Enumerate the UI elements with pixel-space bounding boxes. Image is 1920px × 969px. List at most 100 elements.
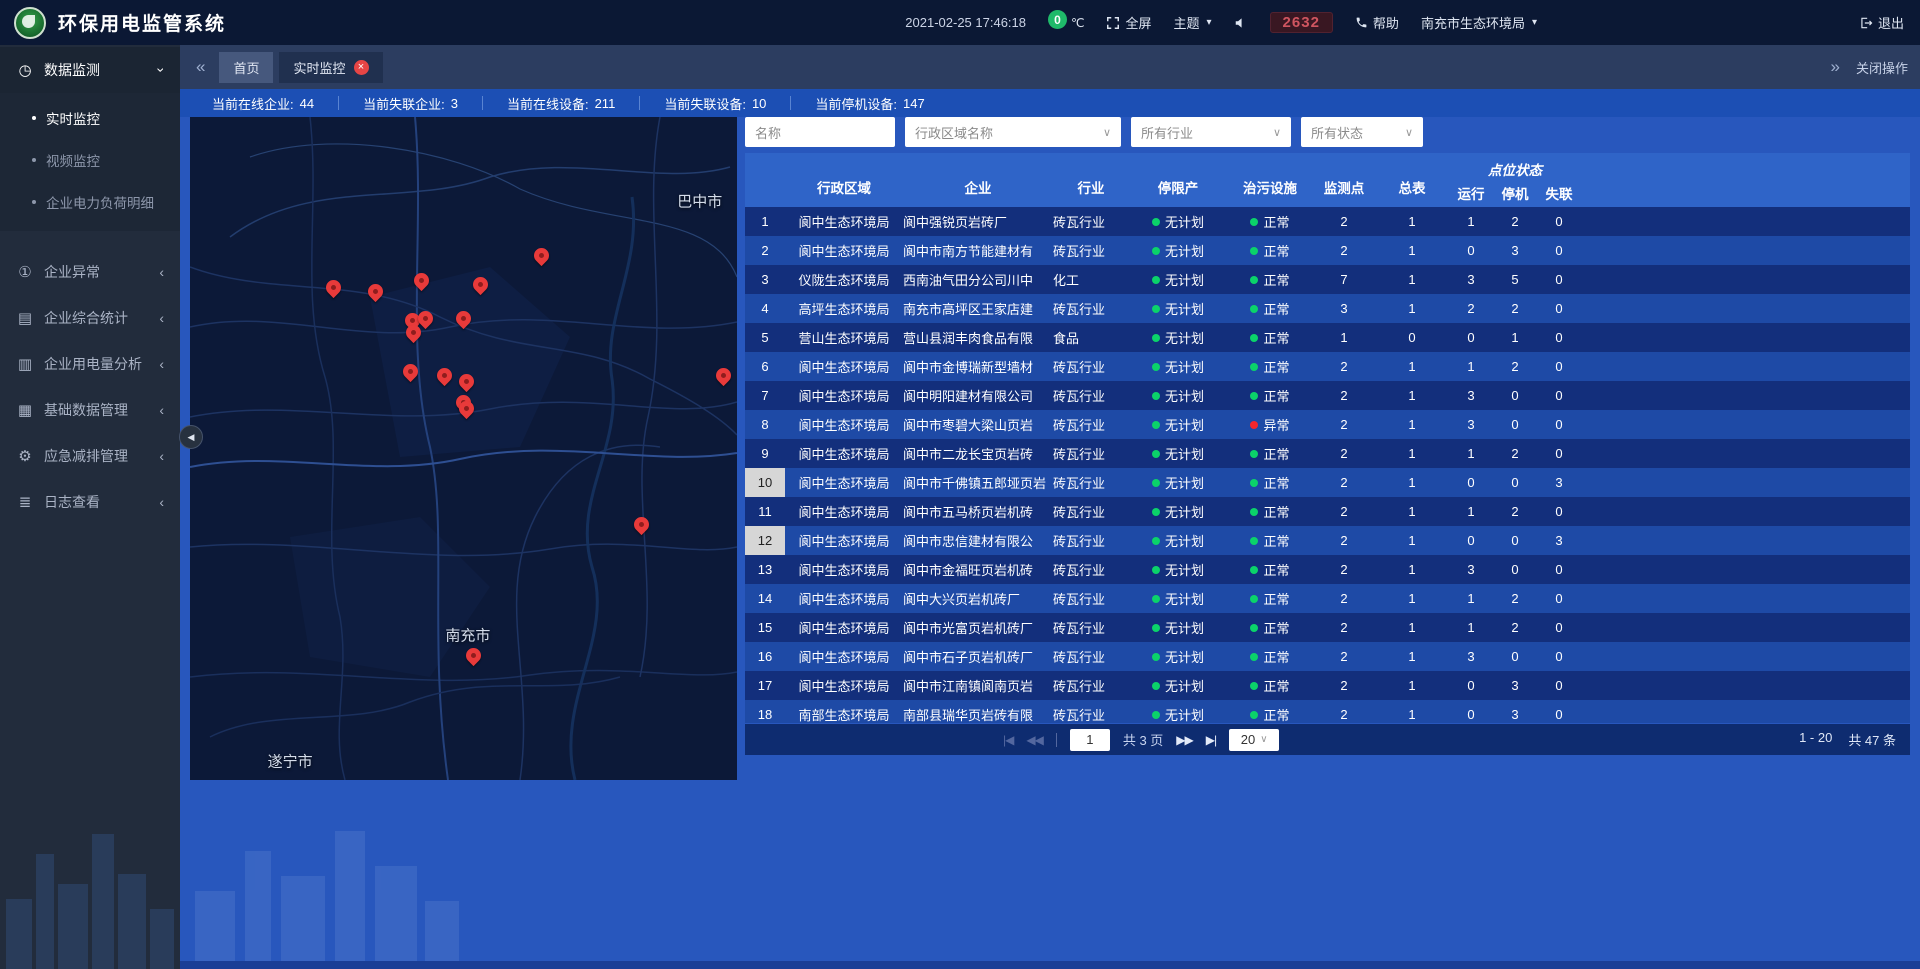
cell-limit-production: 无计划 [1129,323,1227,352]
first-page-button[interactable]: |◀ [1003,733,1013,747]
tab-home[interactable]: 首页 [219,52,273,83]
sidebar-item-realtime-monitor[interactable]: 实时监控 [0,97,180,139]
table-row[interactable]: 6阆中生态环境局阆中市金博瑞新型墙材砖瓦行业无计划正常21120 [745,352,1910,381]
cell-company: 西南油气田分公司川中 [903,265,1053,294]
fullscreen-button[interactable]: 全屏 [1106,13,1151,32]
table-row[interactable]: 8阆中生态环境局阆中市枣碧大梁山页岩砖瓦行业无计划异常21300 [745,410,1910,439]
cell-spacer [1581,526,1910,555]
temperature-badge: 0 [1048,10,1067,29]
tab-realtime-monitor[interactable]: 实时监控× [279,52,382,83]
sidebar-group-enterprise-abnormal[interactable]: ①企业异常‹ [0,249,180,295]
cell-lost: 3 [1537,526,1581,555]
cell-limit-production: 无计划 [1129,439,1227,468]
sidebar-group-base-data-management[interactable]: ▦基础数据管理‹ [0,387,180,433]
map-panel[interactable]: 巴中市南充市遂宁市 [190,117,737,780]
table-row[interactable]: 15阆中生态环境局阆中市光富页岩机砖厂砖瓦行业无计划正常21120 [745,613,1910,642]
cell-spacer [1581,236,1910,265]
sidebar-group-data-monitoring[interactable]: ◷数据监测› [0,47,180,93]
cell-region: 阆中生态环境局 [785,381,903,410]
industry-filter-select[interactable]: 所有行业∨ [1131,117,1291,147]
table-row[interactable]: 3仪陇生态环境局西南油气田分公司川中化工无计划正常71350 [745,265,1910,294]
cell-lost: 0 [1537,381,1581,410]
cell-total-meter: 1 [1375,294,1449,323]
table-row[interactable]: 1阆中生态环境局阆中强锐页岩砖厂砖瓦行业无计划正常21120 [745,207,1910,236]
tab-close-icon[interactable]: × [354,60,369,75]
cell-monitor-points: 2 [1313,526,1375,555]
sidebar-group-enterprise-statistics[interactable]: ▤企业综合统计‹ [0,295,180,341]
close-operations-button[interactable]: 关闭操作 [1856,58,1908,77]
table-row[interactable]: 7阆中生态环境局阆中明阳建材有限公司砖瓦行业无计划正常21300 [745,381,1910,410]
sidebar-item-video-monitor[interactable]: 视频监控 [0,139,180,181]
cell-industry: 砖瓦行业 [1053,613,1129,642]
sidebar: ◷数据监测›实时监控视频监控企业电力负荷明细 ①企业异常‹▤企业综合统计‹▥企业用… [0,45,180,969]
cell-industry: 砖瓦行业 [1053,468,1129,497]
cell-index: 10 [745,468,785,497]
cell-limit-production: 无计划 [1129,700,1227,723]
name-filter-input[interactable]: 名称 [745,117,895,147]
cell-running: 0 [1449,236,1493,265]
cell-company: 阆中市金博瑞新型墙材 [903,352,1053,381]
cell-limit-production: 无计划 [1129,294,1227,323]
cell-lost: 0 [1537,584,1581,613]
cell-lost: 0 [1537,265,1581,294]
emergency-reduction-icon: ⚙ [16,447,34,465]
cell-industry: 砖瓦行业 [1053,410,1129,439]
table-row[interactable]: 12阆中生态环境局阆中市忠信建材有限公砖瓦行业无计划正常21003 [745,526,1910,555]
header-stopped: 停机 [1493,183,1537,203]
cell-spacer [1581,555,1910,584]
table-row[interactable]: 17阆中生态环境局阆中市江南镇阆南页岩砖瓦行业无计划正常21030 [745,671,1910,700]
table-row[interactable]: 9阆中生态环境局阆中市二龙长宝页岩砖砖瓦行业无计划正常21120 [745,439,1910,468]
table-row[interactable]: 4高坪生态环境局南充市高坪区王家店建砖瓦行业无计划正常31220 [745,294,1910,323]
collapse-map-button[interactable]: ◀ [179,425,203,449]
chevron-down-icon: ∨ [1273,126,1281,139]
help-button[interactable]: 帮助 [1355,13,1399,32]
logout-button[interactable]: 退出 [1859,13,1904,32]
table-row[interactable]: 13阆中生态环境局阆中市金福旺页岩机砖砖瓦行业无计划正常21300 [745,555,1910,584]
cell-region: 阆中生态环境局 [785,236,903,265]
topbar: 环保用电监管系统 2021-02-25 17:46:18 0 ℃ 全屏 主题 ▾… [0,0,1920,45]
cell-index: 9 [745,439,785,468]
status-dot-icon [1250,305,1258,313]
sidebar-group-emergency-reduction[interactable]: ⚙应急减排管理‹ [0,433,180,479]
alert-count-badge[interactable]: 2632 [1270,12,1333,33]
table-row[interactable]: 10阆中生态环境局阆中市千佛镇五郎垭页岩砖瓦行业无计划正常21003 [745,468,1910,497]
table-row[interactable]: 18南部生态环境局南部县瑞华页岩砖有限砖瓦行业无计划正常21030 [745,700,1910,723]
tabbar: « 首页实时监控× » 关闭操作 [180,45,1920,89]
table-row[interactable]: 14阆中生态环境局阆中大兴页岩机砖厂砖瓦行业无计划正常21120 [745,584,1910,613]
cell-stopped: 0 [1493,381,1537,410]
table-row[interactable]: 2阆中生态环境局阆中市南方节能建材有砖瓦行业无计划正常21030 [745,236,1910,265]
table-row[interactable]: 5营山生态环境局营山县润丰肉食品有限食品无计划正常10010 [745,323,1910,352]
header-point-status: 点位状态 [1449,153,1581,180]
cell-stopped: 1 [1493,323,1537,352]
page-size-select[interactable]: 20∨ [1229,729,1279,751]
next-page-button[interactable]: ▶▶ [1176,733,1192,747]
cell-region: 阆中生态环境局 [785,526,903,555]
cell-spacer [1581,294,1910,323]
cell-industry: 砖瓦行业 [1053,352,1129,381]
sidebar-skyline-decoration [0,799,180,969]
data-panel: 名称 行政区域名称∨ 所有行业∨ 所有状态∨ 行政区域 企业 行业 停限产 治污… [745,117,1910,755]
cell-limit-production: 无计划 [1129,555,1227,584]
last-page-button[interactable]: ▶| [1206,733,1216,747]
sidebar-item-power-load-detail[interactable]: 企业电力负荷明细 [0,181,180,223]
sidebar-group-power-usage-analysis[interactable]: ▥企业用电量分析‹ [0,341,180,387]
region-filter-select[interactable]: 行政区域名称∨ [905,117,1121,147]
scroll-tabs-left-button[interactable]: « [192,57,209,77]
table-row[interactable]: 16阆中生态环境局阆中市石子页岩机砖厂砖瓦行业无计划正常21300 [745,642,1910,671]
status-dot-icon [1152,711,1160,719]
prev-page-button[interactable]: ◀◀ [1026,733,1042,747]
sidebar-group-log-view[interactable]: ≣日志查看‹ [0,479,180,525]
status-filter-select[interactable]: 所有状态∨ [1301,117,1423,147]
organization-dropdown[interactable]: 南充市生态环境局 ▾ [1421,13,1537,32]
scroll-tabs-right-button[interactable]: » [1827,57,1844,77]
cell-region: 阆中生态环境局 [785,613,903,642]
total-count-label: 共 47 条 [1848,730,1896,749]
cell-monitor-points: 3 [1313,294,1375,323]
page-number-input[interactable]: 1 [1070,729,1110,751]
chevron-left-icon: ‹ [159,402,164,418]
speaker-button[interactable] [1234,16,1248,30]
table-row[interactable]: 11阆中生态环境局阆中市五马桥页岩机砖砖瓦行业无计划正常21120 [745,497,1910,526]
tabbar-right: » 关闭操作 [1827,57,1908,77]
theme-dropdown[interactable]: 主题 ▾ [1174,13,1212,32]
phone-icon [1355,16,1368,29]
